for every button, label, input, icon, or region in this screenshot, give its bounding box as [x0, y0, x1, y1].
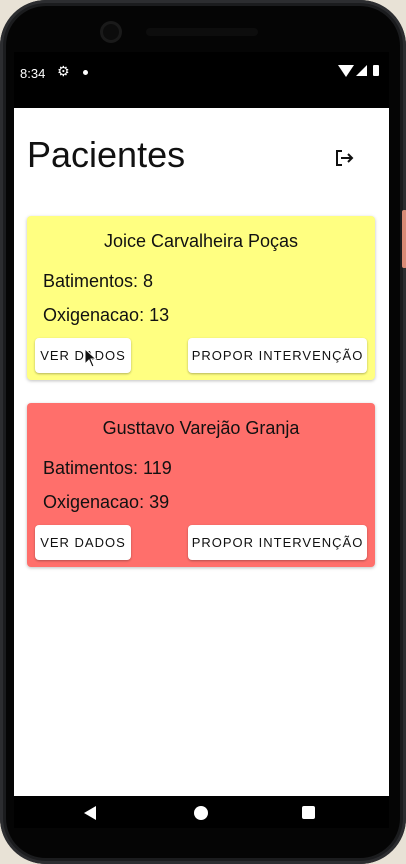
status-time: 8:34 [20, 66, 46, 81]
propose-intervention-button[interactable]: PROPOR INTERVENÇÃO [188, 338, 367, 373]
phone-frame: 8:34 ⚙ Pacientes Joice Carvalheira Poças… [0, 0, 406, 864]
oxygen-text: Oxigenacao: 13 [43, 305, 170, 325]
patient-card: Joice Carvalheira Poças Batimentos: 8 Ox… [27, 216, 375, 380]
signal-icon [356, 65, 367, 76]
view-data-button[interactable]: VER DADOS [35, 338, 131, 373]
heart-rate-text: Batimentos: 8 [43, 271, 154, 291]
view-data-button[interactable]: VER DADOS [35, 525, 131, 560]
logout-icon[interactable] [332, 146, 356, 170]
battery-icon [373, 65, 379, 76]
back-icon[interactable] [84, 806, 96, 820]
earpiece-speaker [146, 28, 258, 36]
recents-icon[interactable] [302, 806, 315, 819]
front-camera [103, 24, 119, 40]
heart-rate-text: Batimentos: 119 [43, 458, 172, 478]
home-icon[interactable] [194, 806, 208, 820]
oxygen-text: Oxigenacao: 39 [43, 492, 170, 512]
propose-intervention-button[interactable]: PROPOR INTERVENÇÃO [188, 525, 367, 560]
navigation-bar [14, 796, 389, 828]
side-button [402, 210, 406, 268]
screen: 8:34 ⚙ Pacientes Joice Carvalheira Poças… [14, 52, 389, 828]
patient-card: Gusttavo Varejão Granja Batimentos: 119 … [27, 403, 375, 567]
page-title: Pacientes [27, 134, 186, 175]
gear-icon: ⚙ [57, 64, 70, 80]
wifi-icon [338, 65, 354, 77]
patient-name: Gusttavo Varejão Granja [102, 418, 300, 438]
status-bar: 8:34 ⚙ [14, 52, 389, 108]
notification-dot-icon [83, 70, 88, 75]
patient-name: Joice Carvalheira Poças [103, 231, 299, 251]
mouse-cursor-icon [84, 348, 98, 368]
app-content: Pacientes Joice Carvalheira Poças Batime… [14, 108, 389, 796]
